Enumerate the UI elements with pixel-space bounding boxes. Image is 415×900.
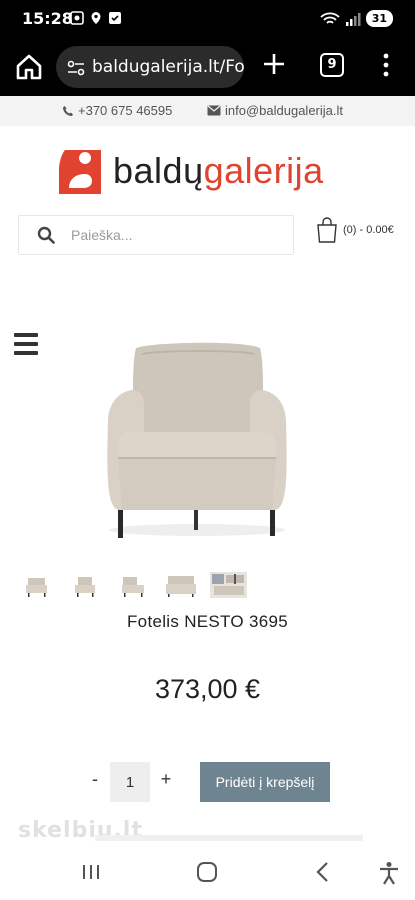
tab-switcher-button[interactable]: 9 xyxy=(320,53,344,77)
phone-icon xyxy=(63,105,73,116)
contact-bar: +370 675 46595 info@baldugalerija.lt xyxy=(0,96,415,126)
search-box xyxy=(18,215,294,255)
home-nav-icon[interactable] xyxy=(196,861,218,883)
product-title: Fotelis NESTO 3695 xyxy=(127,612,288,631)
quantity-input[interactable] xyxy=(110,762,150,802)
shopping-bag-icon xyxy=(317,217,337,243)
download-check-icon xyxy=(109,12,121,24)
search-input[interactable] xyxy=(71,216,286,254)
status-notification-icons xyxy=(70,11,122,25)
thumbnail-2[interactable] xyxy=(66,572,103,598)
add-to-cart-button[interactable]: Pridėti į krepšelį xyxy=(200,762,330,802)
address-bar[interactable]: baldugalerija.lt/Fo xyxy=(56,46,244,88)
signal-icon xyxy=(345,12,361,26)
more-menu-icon[interactable] xyxy=(380,51,392,79)
thumbnail-1[interactable] xyxy=(18,572,55,598)
product-price: 373,00 € xyxy=(154,674,261,704)
location-icon xyxy=(91,12,101,24)
product-main-image[interactable] xyxy=(98,334,296,544)
status-system-icons: 31 xyxy=(320,10,393,27)
battery-indicator: 31 xyxy=(365,10,393,27)
envelope-icon xyxy=(207,105,221,116)
wifi-icon xyxy=(320,12,340,24)
thumbnail-3[interactable] xyxy=(114,572,151,598)
product-thumbnails xyxy=(18,572,247,598)
phone-number: +370 675 46595 xyxy=(78,103,173,118)
system-navigation-bar xyxy=(0,845,415,900)
url-text: baldugalerija.lt/Fo xyxy=(92,57,244,77)
cart-widget[interactable]: (0) - 0.00€ xyxy=(315,216,394,244)
quantity-increase-button[interactable]: + xyxy=(157,769,175,793)
content-divider xyxy=(95,835,363,841)
home-icon[interactable] xyxy=(14,52,44,82)
menu-icon[interactable] xyxy=(14,333,38,357)
thumbnail-5[interactable] xyxy=(210,572,247,598)
accessibility-icon[interactable] xyxy=(378,861,400,885)
email-address: info@baldugalerija.lt xyxy=(225,103,343,118)
phone-contact[interactable]: +370 675 46595 xyxy=(62,103,172,118)
site-settings-icon[interactable] xyxy=(66,58,86,78)
cart-summary: (0) - 0.00€ xyxy=(343,224,394,236)
logo-wordmark: baldųgalerija xyxy=(113,150,324,191)
browser-toolbar: baldugalerija.lt/Fo 9 xyxy=(0,40,415,96)
status-time: 15:28 xyxy=(22,9,73,28)
logo-mark-icon xyxy=(59,150,101,194)
status-bar: 15:28 31 xyxy=(0,0,415,40)
site-logo[interactable]: baldųgalerija xyxy=(55,148,365,200)
thumbnail-4[interactable] xyxy=(162,572,199,598)
quantity-decrease-button[interactable]: - xyxy=(86,769,104,793)
screenshot-icon xyxy=(70,11,84,25)
search-icon[interactable] xyxy=(37,226,55,244)
new-tab-icon[interactable] xyxy=(262,52,286,76)
back-icon[interactable] xyxy=(313,861,333,883)
recent-apps-icon[interactable] xyxy=(80,863,102,881)
email-contact[interactable]: info@baldugalerija.lt xyxy=(207,103,343,118)
